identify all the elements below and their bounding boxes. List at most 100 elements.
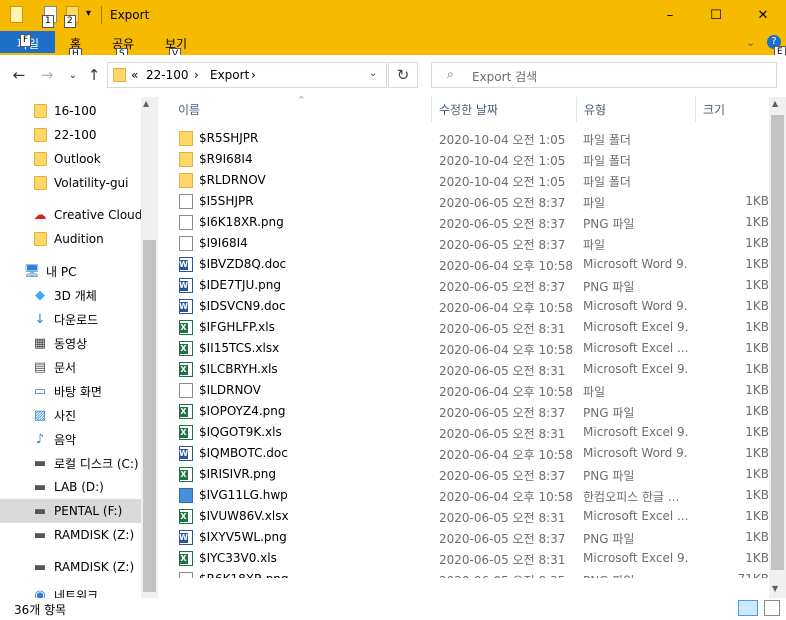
customize-qa-icon[interactable]: ▾	[86, 8, 91, 19]
nav-item[interactable]: ☁Creative Cloud Files	[0, 203, 157, 227]
nav-item[interactable]: Outlook	[0, 147, 156, 171]
nav-item[interactable]: ▦ 동영상	[0, 331, 156, 355]
drive-icon: ▬	[33, 559, 47, 575]
file-date: 2020-06-04 오후 10:58	[439, 448, 574, 462]
file-date: 2020-10-04 오전 1:05	[439, 154, 566, 168]
file-row[interactable]: $IFGHLFP.xls 2020-06-05 오전 8:31 Microsoft …	[158, 317, 770, 338]
file-row[interactable]: $IDE7TJU.png 2020-06-05 오전 8:37 PNG 파일 1KB	[158, 275, 770, 296]
file-row[interactable]: $IQMBOTC.doc 2020-06-04 오후 10:58 Microsoft…	[158, 443, 770, 464]
up-button[interactable]: ↑	[84, 65, 104, 85]
recent-locations-button[interactable]: ⌄	[63, 65, 83, 85]
breadcrumb-separator[interactable]: ›	[251, 68, 256, 82]
keytip-2: 2	[64, 15, 76, 28]
file-row[interactable]: $RLDRNOV 2020-10-04 오전 1:05 파일 폴더	[158, 170, 770, 191]
nav-item[interactable]: Audition	[0, 227, 156, 251]
file-row[interactable]: $I6K18XR.png 2020-06-05 오전 8:37 PNG 파일 1KB	[158, 212, 770, 233]
folder-icon	[179, 152, 193, 167]
nav-item[interactable]: ◉ 네트워크	[0, 583, 156, 599]
nav-item[interactable]: Volatility-gui	[0, 171, 156, 195]
file-row[interactable]: $II15TCS.xlsx 2020-06-04 오후 10:58 Microsof…	[158, 338, 770, 359]
navigation-pane[interactable]: 16-100 22-100 Outlook Volatility-gui ☁ Creati…	[0, 97, 156, 598]
column-header-name[interactable]: 이름	[178, 101, 200, 118]
column-divider[interactable]	[695, 97, 696, 122]
breadcrumb-22-100[interactable]: 22-100	[146, 68, 189, 82]
breadcrumb-overflow[interactable]: «	[131, 68, 138, 82]
nav-item[interactable]: ▬ RAMDISK (Z:)	[0, 523, 156, 547]
file-date: 2020-06-04 오후 10:58	[439, 490, 574, 504]
excel-document-icon	[179, 551, 193, 566]
file-type: 파일	[583, 385, 606, 399]
nav-item[interactable]: ▬ LAB (D:)	[0, 475, 156, 499]
nav-item[interactable]: ▬ RAMDISK (Z:)	[0, 555, 156, 579]
file-type: Microsoft Excel 9...	[583, 425, 688, 439]
nav-item[interactable]: ▤ 문서	[0, 355, 156, 379]
breadcrumb-export[interactable]: Export	[210, 68, 249, 82]
file-size: 1KB	[745, 404, 769, 418]
nav-item[interactable]: ◆ 3D 개체	[0, 283, 156, 307]
file-size: 1KB	[745, 320, 769, 334]
large-icons-view-button[interactable]	[764, 600, 780, 616]
refresh-button[interactable]: ↻	[388, 62, 418, 88]
file-row[interactable]: $IXYV5WL.png 2020-06-05 오전 8:37 PNG 파일 1KB	[158, 527, 770, 548]
file-icon	[179, 215, 193, 230]
file-type: Microsoft Excel 9...	[583, 362, 688, 376]
file-row[interactable]: $IOPOYZ4.png 2020-06-05 오전 8:37 PNG 파일 1KB	[158, 401, 770, 422]
column-divider[interactable]	[576, 97, 577, 122]
file-type: Microsoft Excel 9...	[583, 551, 688, 565]
file-date: 2020-06-05 오전 8:37	[439, 280, 566, 294]
file-row[interactable]: $IQGOT9K.xls 2020-06-05 오전 8:31 Microsoft …	[158, 422, 770, 443]
nav-item[interactable]: ♪ 음악	[0, 427, 156, 451]
folder-icon	[32, 103, 48, 119]
file-size: 1KB	[745, 257, 769, 271]
forward-button[interactable]: →	[37, 65, 57, 85]
file-name: $ILDRNOV	[199, 383, 261, 397]
breadcrumb-separator[interactable]: ›	[194, 68, 199, 82]
nav-item[interactable]: ↓ 다운로드	[0, 307, 156, 331]
file-row[interactable]: $IDSVCN9.doc 2020-06-04 오후 10:58 Microsoft…	[158, 296, 770, 317]
minimize-button[interactable]: –	[647, 0, 693, 31]
file-row[interactable]: $R5SHJPR 2020-10-04 오전 1:05 파일 폴더	[158, 128, 770, 149]
column-header-date[interactable]: 수정한 날짜	[439, 101, 498, 118]
file-row[interactable]: $ILCBRYH.xls 2020-06-05 오전 8:31 Microsoft …	[158, 359, 770, 380]
file-row[interactable]: $IRISIVR.png 2020-06-05 오전 8:37 PNG 파일 1KB	[158, 464, 770, 485]
word-document-icon	[179, 257, 193, 272]
file-row[interactable]: $IVUW86V.xlsx 2020-06-05 오전 8:31 Microsoft…	[158, 506, 770, 527]
maximize-button[interactable]: ☐	[693, 0, 739, 31]
column-header-size[interactable]: 크기	[703, 101, 725, 118]
nav-item[interactable]: 🖥 내 PC	[0, 259, 156, 283]
file-row[interactable]: $IVG11LG.hwp 2020-06-04 오후 10:58 한컴오피스 한글 …	[158, 485, 770, 506]
3d-objects-icon: ◆	[35, 287, 45, 303]
nav-item[interactable]: ▨ 사진	[0, 403, 156, 427]
nav-item-label: 네트워크	[54, 588, 99, 599]
excel-document-icon	[179, 341, 193, 356]
file-row[interactable]: $I9I68I4 2020-06-05 오전 8:37 파일 1KB	[158, 233, 770, 254]
nav-item[interactable]: 16-100	[0, 99, 156, 123]
nav-item[interactable]: 22-100	[0, 123, 156, 147]
file-name: $R5SHJPR	[199, 131, 259, 145]
nav-item[interactable]: ▬ 로컬 디스크 (C:)	[0, 451, 156, 475]
item-count: 36개 항목	[14, 603, 67, 617]
drive-icon: ▬	[33, 527, 47, 543]
nav-item[interactable]: ▬ PENTAL (F:)	[0, 499, 156, 523]
nav-item[interactable]: ▭ 바탕 화면	[0, 379, 156, 403]
close-button[interactable]: ✕	[740, 0, 786, 31]
file-row[interactable]: $IBVZD8Q.doc 2020-06-04 오후 10:58 Microsoft…	[158, 254, 770, 275]
nav-scroll-thumb[interactable]	[143, 240, 156, 592]
list-scroll-thumb[interactable]	[771, 115, 784, 570]
column-divider[interactable]	[431, 97, 432, 122]
list-scroll-down-icon[interactable]: ▼	[772, 584, 778, 593]
address-dropdown-icon[interactable]: ⌄	[369, 68, 377, 79]
nav-scroll-up-icon[interactable]: ▲	[143, 99, 149, 108]
file-row[interactable]: $IYC33V0.xls 2020-06-05 오전 8:31 Microsoft …	[158, 548, 770, 569]
keytip-f: F	[20, 34, 32, 47]
back-button[interactable]: ←	[9, 65, 29, 85]
column-header-type[interactable]: 유형	[584, 101, 606, 118]
file-size: 1KB	[745, 509, 769, 523]
local-disk-icon: ▬	[33, 455, 47, 471]
list-scroll-up-icon[interactable]: ▲	[772, 99, 778, 108]
file-row[interactable]: $ILDRNOV 2020-06-04 오후 10:58 파일 1KB	[158, 380, 770, 401]
file-row[interactable]: $I5SHJPR 2020-06-05 오전 8:37 파일 1KB	[158, 191, 770, 212]
file-row[interactable]: $R9I68I4 2020-10-04 오전 1:05 파일 폴더	[158, 149, 770, 170]
expand-ribbon-icon[interactable]: ⌄	[746, 36, 755, 49]
details-view-button[interactable]	[738, 600, 758, 616]
